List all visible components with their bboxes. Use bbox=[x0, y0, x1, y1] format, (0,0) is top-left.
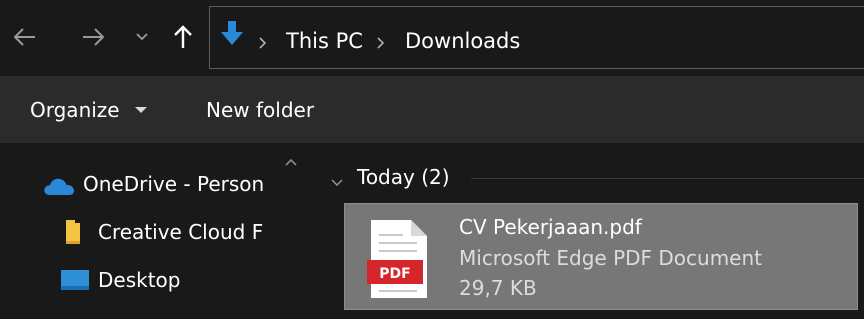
chevron-right-icon[interactable] bbox=[376, 35, 386, 54]
pdf-file-icon: PDF bbox=[367, 218, 431, 304]
organize-button[interactable]: Organize bbox=[30, 98, 120, 122]
chevron-right-icon[interactable] bbox=[258, 35, 268, 54]
file-name: CV Pekerjaaan.pdf bbox=[459, 215, 642, 239]
arrow-up-icon bbox=[174, 25, 192, 48]
pdf-badge-label: PDF bbox=[379, 266, 410, 282]
recent-locations-button[interactable] bbox=[133, 28, 151, 46]
sidebar-item-desktop[interactable]: Desktop bbox=[0, 259, 300, 299]
file-list-pane: Today (2) PDF CV Pekerjaaan.pdf Microsof… bbox=[308, 143, 864, 319]
file-explorer-window: This PC Downloads Organize New folder On… bbox=[0, 0, 864, 319]
group-collapse-button[interactable] bbox=[330, 173, 344, 192]
document-icon bbox=[64, 313, 84, 319]
chevron-down-icon bbox=[331, 179, 343, 186]
group-header-today[interactable]: Today (2) bbox=[357, 165, 450, 189]
desktop-icon bbox=[60, 269, 90, 295]
address-bar[interactable]: This PC Downloads bbox=[209, 6, 864, 69]
sidebar-item-label: OneDrive - Person bbox=[83, 172, 265, 196]
caret-down-icon[interactable] bbox=[135, 107, 147, 113]
navigation-row: This PC Downloads bbox=[0, 0, 864, 70]
file-type: Microsoft Edge PDF Document bbox=[459, 246, 762, 270]
scroll-up-button[interactable] bbox=[284, 152, 298, 171]
new-folder-button[interactable]: New folder bbox=[206, 98, 314, 122]
command-bar: Organize New folder bbox=[0, 76, 864, 143]
folder-icon bbox=[64, 219, 82, 249]
arrow-left-icon bbox=[13, 28, 35, 46]
sidebar-item-label: Creative Cloud F bbox=[98, 220, 264, 244]
group-divider bbox=[471, 178, 864, 179]
up-button[interactable] bbox=[170, 22, 196, 52]
sidebar-item-onedrive[interactable]: OneDrive - Person bbox=[0, 163, 300, 203]
file-size: 29,7 KB bbox=[459, 276, 537, 300]
breadcrumb-this-pc[interactable]: This PC bbox=[286, 28, 363, 54]
download-arrow-icon bbox=[219, 19, 245, 53]
chevron-down-icon bbox=[136, 33, 148, 41]
back-button[interactable] bbox=[10, 22, 40, 52]
sidebar-item-creative-cloud[interactable]: Creative Cloud F bbox=[0, 211, 300, 251]
breadcrumb-downloads[interactable]: Downloads bbox=[405, 28, 520, 54]
forward-button[interactable] bbox=[78, 22, 108, 52]
navigation-pane: OneDrive - Person Creative Cloud F Deskt… bbox=[0, 143, 308, 319]
file-item[interactable]: PDF CV Pekerjaaan.pdf Microsoft Edge PDF… bbox=[344, 203, 858, 310]
arrow-right-icon bbox=[83, 28, 105, 46]
sidebar-item-label: Desktop bbox=[98, 268, 181, 292]
onedrive-cloud-icon bbox=[42, 176, 76, 200]
chevron-up-icon bbox=[285, 158, 297, 166]
